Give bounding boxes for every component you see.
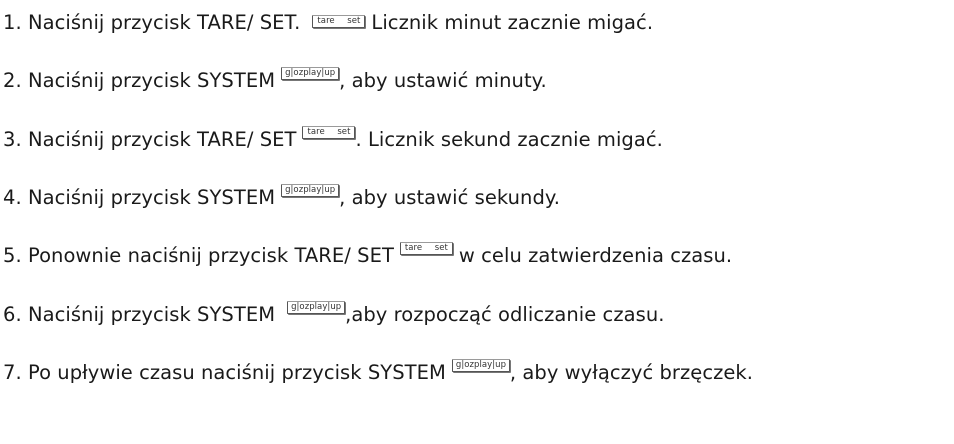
tare-set-key-icon: tare set — [399, 241, 453, 255]
step-5: 5. Ponownie naciśnij przycisk TARE/ SET … — [3, 240, 732, 270]
step-1-text-after: Licznik minut zacznie migać. — [371, 10, 654, 34]
step-1: 1. Naciśnij przycisk TARE/ SET. tare set… — [3, 7, 653, 37]
step-3-text-before: 3. Naciśnij przycisk TARE/ SET — [3, 127, 297, 151]
step-4: 4. Naciśnij przycisk SYSTEM g|oz play|up… — [3, 182, 560, 212]
playup-key-label: play|up — [474, 359, 507, 370]
goz-key-label: g|oz — [285, 67, 304, 78]
step-6: 6. Naciśnij przycisk SYSTEM g|oz play|up… — [3, 299, 664, 329]
step-2-text-after: , aby ustawić minuty. — [339, 68, 547, 92]
step-5-text-after: w celu zatwierdzenia czasu. — [458, 243, 733, 267]
tare-key-label: tare — [307, 126, 325, 137]
step-7-text-after: , aby wyłączyć brzęczek. — [509, 360, 754, 384]
tare-key-label: tare — [317, 15, 335, 26]
instruction-list: 1. Naciśnij przycisk TARE/ SET. tare set… — [0, 0, 954, 444]
set-key-label: set — [347, 15, 361, 26]
step-4-text-after: , aby ustawić sekundy. — [339, 185, 560, 209]
step-7: 7. Po upływie czasu naciśnij przycisk SY… — [3, 357, 753, 387]
set-key-label: set — [434, 242, 448, 253]
tare-key-label: tare — [404, 242, 423, 253]
playup-key-label: play|up — [303, 67, 336, 78]
playup-key-label: play|up — [303, 184, 336, 195]
system-key-icon: g|oz play|up — [287, 300, 346, 314]
goz-key-label: g|oz — [455, 359, 475, 370]
step-2: 2. Naciśnij przycisk SYSTEM g|oz play|up… — [3, 65, 547, 95]
step-6-text-after: ,aby rozpocząć odliczanie czasu. — [345, 302, 665, 326]
goz-key-label: g|oz — [291, 301, 310, 312]
step-3-text-after: . Licznik sekund zacznie migać. — [355, 127, 663, 151]
system-key-icon: g|oz play|up — [281, 183, 340, 197]
playup-key-label: play|up — [309, 301, 342, 312]
step-6-text-before: 6. Naciśnij przycisk SYSTEM — [3, 302, 276, 326]
tare-set-key-icon: tare set — [312, 14, 366, 28]
step-1-text-before: 1. Naciśnij przycisk TARE/ SET. — [3, 10, 301, 34]
system-key-icon: g|oz play|up — [281, 66, 340, 80]
set-key-label: set — [337, 126, 351, 137]
system-key-icon: g|oz play|up — [451, 358, 510, 372]
step-2-text-before: 2. Naciśnij przycisk SYSTEM — [3, 68, 276, 92]
step-4-text-before: 4. Naciśnij przycisk SYSTEM — [3, 185, 276, 209]
goz-key-label: g|oz — [285, 184, 304, 195]
step-7-text-before: 7. Po upływie czasu naciśnij przycisk SY… — [3, 360, 446, 384]
step-3: 3. Naciśnij przycisk TARE/ SET tare set … — [3, 124, 663, 154]
tare-set-key-icon: tare set — [302, 125, 356, 139]
step-5-text-before: 5. Ponownie naciśnij przycisk TARE/ SET — [3, 243, 394, 267]
